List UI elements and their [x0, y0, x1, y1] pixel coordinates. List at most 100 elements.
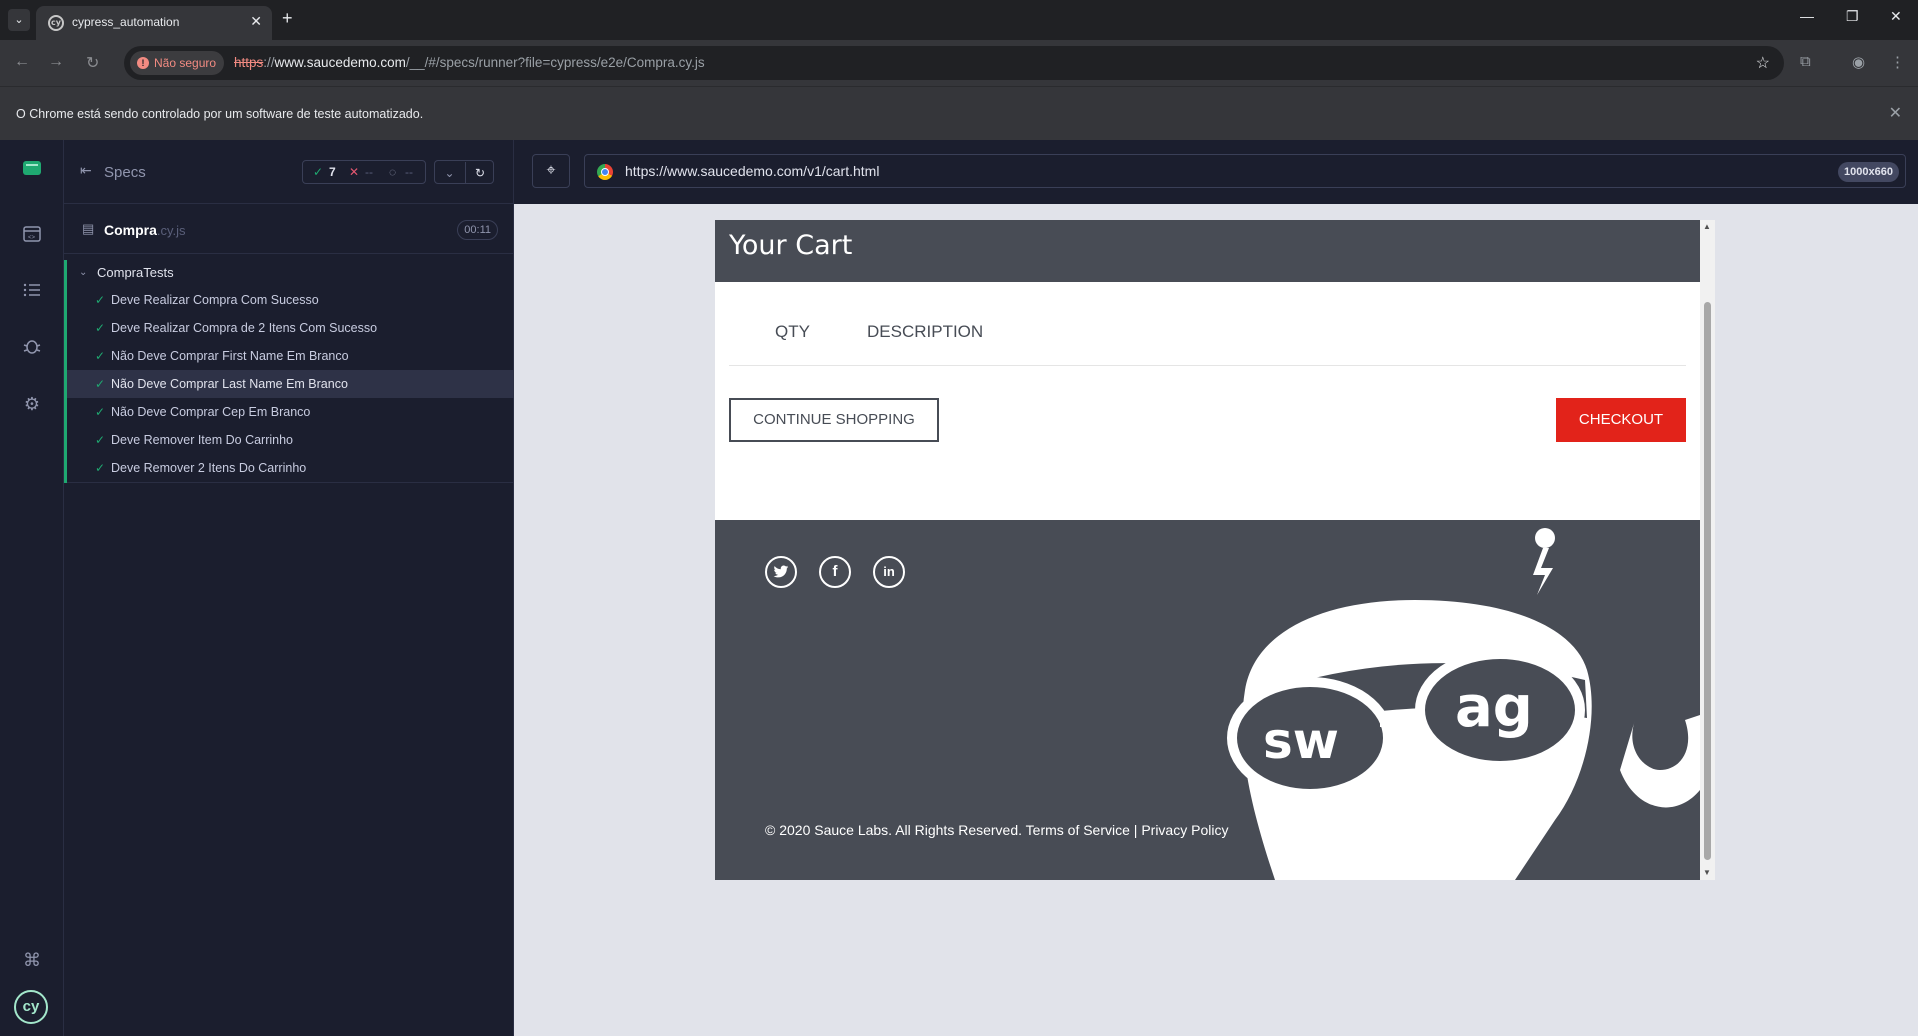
facebook-icon[interactable]: f: [819, 556, 851, 588]
description-column-header: DESCRIPTION: [867, 322, 984, 341]
window-close-icon[interactable]: ✕: [1890, 8, 1902, 25]
reload-icon[interactable]: ↻: [86, 53, 99, 73]
qty-column-header: QTY: [775, 322, 810, 341]
test-item[interactable]: ✓ Deve Remover Item Do Carrinho: [67, 426, 514, 454]
cart-content: QTY DESCRIPTION CONTINUE SHOPPING CHECKO…: [715, 282, 1700, 520]
browser-titlebar: ⌄ cy cypress_automation ✕ + — ❐ ✕: [0, 0, 1918, 40]
cypress-favicon-icon: cy: [48, 15, 64, 31]
profile-icon[interactable]: ◉: [1852, 53, 1865, 71]
test-item[interactable]: ✓ Deve Realizar Compra de 2 Itens Com Suc…: [67, 314, 514, 342]
suite-title[interactable]: ⌄ CompraTests: [67, 260, 514, 286]
chevron-down-icon: ⌄: [79, 267, 88, 278]
aut-url-bar[interactable]: https://www.saucedemo.com/v1/cart.html 1…: [584, 154, 1906, 188]
pending-icon: ◌: [389, 165, 397, 179]
robot-text-left: sw: [1263, 712, 1339, 770]
debug-bug-icon[interactable]: [20, 336, 44, 360]
address-bar[interactable]: ! Não seguro https://www.saucedemo.com/_…: [124, 46, 1784, 80]
swag-robot-illustration: sw ag: [1227, 528, 1700, 880]
test-item[interactable]: ✓ Deve Remover 2 Itens Do Carrinho: [67, 454, 514, 482]
cypress-sidebar-nav: <> ⚙ ⌘ cy: [0, 140, 64, 1036]
failed-count: --: [365, 165, 373, 179]
back-icon[interactable]: ←: [14, 53, 30, 71]
aut-header: ⌖ https://www.saucedemo.com/v1/cart.html…: [514, 140, 1918, 204]
reporter-header: ⇤ Specs ✓ 7 ✕ -- ◌ -- ⌄ ↻: [64, 140, 514, 204]
spec-file-name[interactable]: Compra.cy.js: [104, 222, 186, 238]
test-stats: ✓ 7 ✕ -- ◌ --: [302, 160, 426, 184]
test-item[interactable]: ✓ Não Deve Comprar Cep Em Branco: [67, 398, 514, 426]
tab-search-button[interactable]: ⌄: [8, 9, 30, 31]
runs-project-icon[interactable]: [20, 158, 44, 182]
menu-icon[interactable]: ⋮: [1890, 53, 1905, 71]
infobar-text: O Chrome está sendo controlado por um so…: [16, 107, 424, 121]
bookmark-star-icon[interactable]: ☆: [1756, 53, 1770, 73]
linkedin-icon[interactable]: in: [873, 556, 905, 588]
file-document-icon: ▤: [82, 221, 95, 236]
security-label: Não seguro: [154, 56, 217, 70]
aut-url-text: https://www.saucedemo.com/v1/cart.html: [625, 163, 880, 179]
automation-infobar: O Chrome está sendo controlado por um so…: [0, 86, 1918, 140]
app-footer: f in sw ag © 2020 Sauce Labs. All Rights…: [715, 520, 1700, 880]
rerun-icon[interactable]: ↻: [465, 162, 494, 184]
scroll-down-icon[interactable]: ▼: [1703, 868, 1711, 877]
url-host: www.saucedemo.com: [274, 55, 406, 70]
pending-count: --: [405, 165, 413, 179]
minimize-icon[interactable]: —: [1800, 8, 1814, 24]
passed-check-icon: ✓: [95, 461, 106, 475]
specs-nav-icon[interactable]: <>: [20, 224, 44, 248]
browser-tab[interactable]: cy cypress_automation ✕: [36, 6, 272, 40]
scroll-thumb[interactable]: [1704, 302, 1711, 860]
viewport-size-badge[interactable]: 1000x660: [1838, 162, 1899, 182]
robot-text-right: ag: [1455, 675, 1533, 740]
test-item[interactable]: ✓ Não Deve Comprar First Name Em Branco: [67, 342, 514, 370]
address-url[interactable]: https://www.saucedemo.com/__/#/specs/run…: [234, 55, 705, 70]
checkout-button[interactable]: CHECKOUT: [1556, 398, 1686, 442]
app-scrollbar[interactable]: ▲ ▼: [1700, 220, 1715, 880]
app-iframe: Your Cart QTY DESCRIPTION CONTINUE SHOPP…: [715, 220, 1715, 880]
keyboard-shortcuts-icon[interactable]: ⌘: [20, 948, 44, 972]
passed-check-icon: ✓: [95, 349, 106, 363]
extensions-icon[interactable]: ⧉: [1800, 53, 1811, 70]
infobar-close-icon[interactable]: ✕: [1889, 103, 1902, 123]
passed-check-icon: ✓: [95, 377, 106, 391]
warning-icon: !: [137, 57, 149, 69]
passed-check-icon: ✓: [95, 405, 106, 419]
test-item-selected[interactable]: ✓ Não Deve Comprar Last Name Em Branco: [67, 370, 514, 398]
divider: [67, 482, 514, 483]
footer-copyright: © 2020 Sauce Labs. All Rights Reserved. …: [765, 822, 1229, 838]
collapse-chevron-icon[interactable]: ⌄: [435, 162, 464, 184]
passed-check-icon: ✓: [313, 165, 324, 179]
aut-viewport-area: Your Cart QTY DESCRIPTION CONTINUE SHOPP…: [514, 204, 1918, 1036]
tab-title: cypress_automation: [72, 15, 180, 29]
restore-icon[interactable]: ❐: [1846, 8, 1859, 25]
passed-count: 7: [329, 165, 336, 179]
security-chip[interactable]: ! Não seguro: [130, 51, 225, 75]
page-title: Your Cart: [729, 230, 853, 261]
passed-check-icon: ✓: [95, 321, 106, 335]
twitter-icon[interactable]: [765, 556, 797, 588]
runs-nav-icon[interactable]: [20, 280, 44, 304]
new-tab-button[interactable]: +: [282, 8, 293, 29]
test-suite: ⌄ CompraTests ✓ Deve Realizar Compra Com …: [64, 260, 514, 483]
browser-toolbar: ← → ↻ ! Não seguro https://www.saucedemo…: [0, 40, 1918, 86]
tab-close-icon[interactable]: ✕: [250, 13, 262, 30]
selector-playground-crosshair-icon[interactable]: ⌖: [532, 154, 570, 188]
specs-label[interactable]: Specs: [104, 164, 146, 181]
url-scheme: https: [234, 55, 264, 70]
chrome-icon: [597, 164, 613, 180]
specs-reporter: ⇤ Specs ✓ 7 ✕ -- ◌ -- ⌄ ↻ ▤ Compra.cy.js…: [64, 140, 514, 1036]
settings-gear-icon[interactable]: ⚙: [20, 392, 44, 416]
cypress-logo-icon: cy: [14, 990, 48, 1024]
test-item[interactable]: ✓ Deve Realizar Compra Com Sucesso: [67, 286, 514, 314]
passed-check-icon: ✓: [95, 293, 106, 307]
svg-text:<>: <>: [28, 235, 36, 241]
reporter-controls: ⌄ ↻: [434, 160, 494, 184]
continue-shopping-button[interactable]: CONTINUE SHOPPING: [729, 398, 939, 442]
scroll-up-icon[interactable]: ▲: [1703, 222, 1711, 231]
passed-check-icon: ✓: [95, 433, 106, 447]
failed-x-icon: ✕: [349, 165, 360, 179]
spec-file-header: ▤ Compra.cy.js 00:11: [64, 204, 514, 254]
url-path: /__/#/specs/runner?file=cypress/e2e/Comp…: [405, 55, 705, 70]
spec-duration: 00:11: [457, 220, 498, 240]
specs-list-icon[interactable]: ⇤: [80, 162, 92, 179]
forward-icon[interactable]: →: [48, 53, 64, 71]
